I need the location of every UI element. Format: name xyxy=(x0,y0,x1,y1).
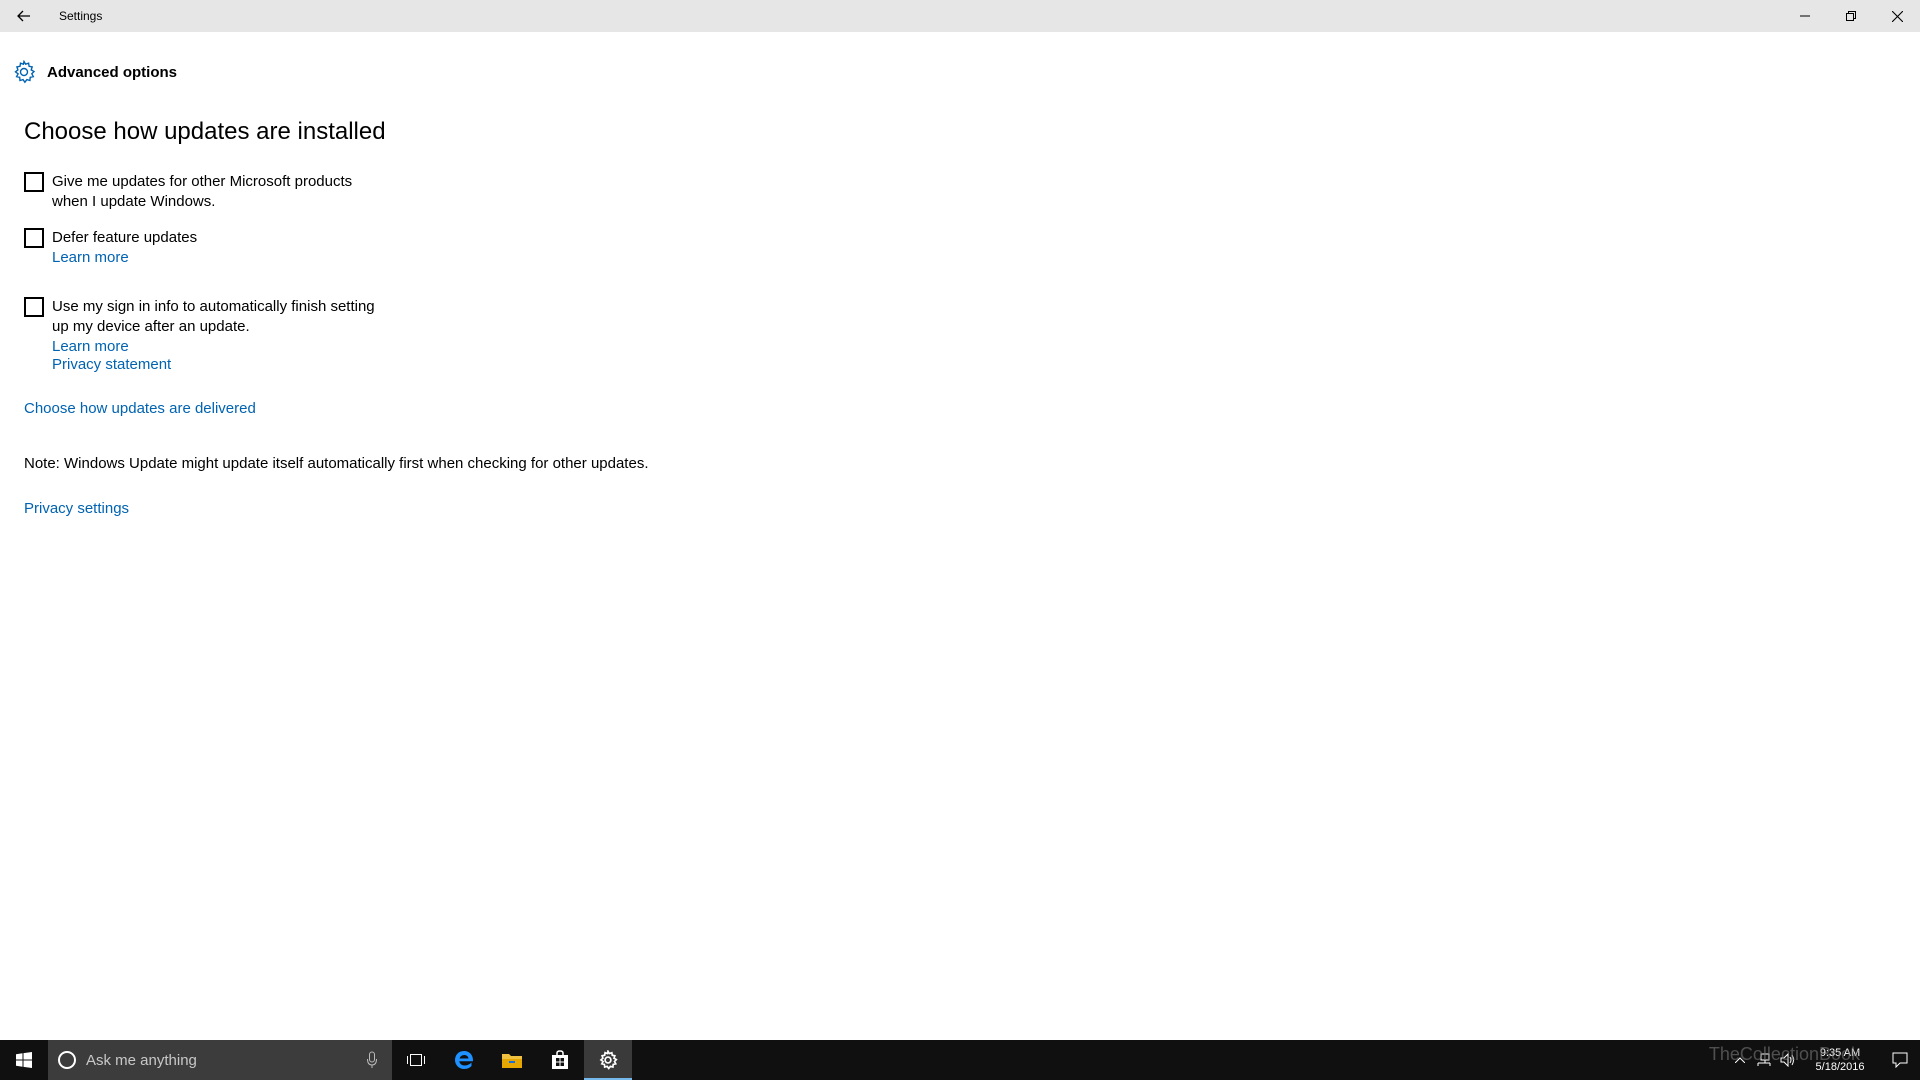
option-other-products: Give me updates for other Microsoft prod… xyxy=(24,172,386,212)
file-explorer-icon xyxy=(502,1054,522,1068)
defer-learn-more-link[interactable]: Learn more xyxy=(52,248,197,268)
file-explorer-button[interactable] xyxy=(488,1040,536,1080)
search-box[interactable]: Ask me anything xyxy=(48,1040,392,1080)
task-view-button[interactable] xyxy=(392,1040,440,1080)
main-content: Choose how updates are installed Give me… xyxy=(24,118,649,517)
restore-icon xyxy=(1846,11,1856,21)
minimize-button[interactable] xyxy=(1782,0,1828,32)
edge-button[interactable] xyxy=(440,1040,488,1080)
clock-date: 5/18/2016 xyxy=(1815,1061,1865,1073)
option-sign-in-info: Use my sign in info to automatically fin… xyxy=(24,297,386,357)
back-arrow-icon xyxy=(17,10,30,22)
sign-in-info-checkbox[interactable] xyxy=(24,297,44,317)
network-button[interactable] xyxy=(1752,1040,1776,1080)
settings-taskbar-button[interactable] xyxy=(584,1040,632,1080)
gear-icon xyxy=(14,60,36,84)
microphone-icon[interactable] xyxy=(366,1051,378,1069)
notification-icon xyxy=(1892,1052,1908,1068)
window-controls xyxy=(1782,0,1920,32)
other-products-label[interactable]: Give me updates for other Microsoft prod… xyxy=(52,172,386,212)
show-hidden-icons-button[interactable] xyxy=(1728,1040,1752,1080)
close-button[interactable] xyxy=(1874,0,1920,32)
task-view-icon xyxy=(407,1054,425,1066)
chevron-up-icon xyxy=(1735,1057,1745,1063)
sign-in-learn-more-link[interactable]: Learn more xyxy=(52,337,386,357)
update-note: Note: Windows Update might update itself… xyxy=(24,455,649,472)
back-button[interactable] xyxy=(0,0,48,32)
cortana-icon xyxy=(58,1051,76,1069)
start-button[interactable] xyxy=(0,1040,48,1080)
volume-button[interactable] xyxy=(1776,1040,1800,1080)
other-products-checkbox[interactable] xyxy=(24,172,44,192)
sign-in-info-label[interactable]: Use my sign in info to automatically fin… xyxy=(52,297,386,337)
minimize-icon xyxy=(1800,15,1810,17)
action-center-button[interactable] xyxy=(1880,1040,1920,1080)
page-title: Advanced options xyxy=(47,63,178,81)
close-icon xyxy=(1891,10,1903,22)
store-button[interactable] xyxy=(536,1040,584,1080)
settings-icon xyxy=(599,1050,618,1070)
option-defer-feature-updates: Defer feature updates Learn more xyxy=(24,228,197,268)
windows-logo-icon xyxy=(16,1052,32,1068)
restore-button[interactable] xyxy=(1828,0,1874,32)
network-icon xyxy=(1757,1053,1771,1066)
volume-icon xyxy=(1780,1053,1794,1067)
section-title: Choose how updates are installed xyxy=(24,118,386,145)
updates-delivered-link[interactable]: Choose how updates are delivered xyxy=(24,399,256,419)
title-bar: Settings xyxy=(0,0,1920,32)
defer-feature-updates-checkbox[interactable] xyxy=(24,228,44,248)
search-placeholder: Ask me anything xyxy=(86,1051,197,1069)
window-title: Settings xyxy=(59,9,103,23)
edge-icon xyxy=(455,1051,474,1069)
privacy-statement-link[interactable]: Privacy statement xyxy=(52,355,171,375)
taskbar: Ask me anything TheCollectionBook 9:35 A… xyxy=(0,1040,1920,1080)
clock[interactable]: 9:35 AM 5/18/2016 xyxy=(1800,1046,1880,1074)
store-icon xyxy=(552,1050,568,1069)
defer-feature-updates-label[interactable]: Defer feature updates xyxy=(52,228,197,248)
clock-time: 9:35 AM xyxy=(1819,1047,1861,1059)
system-tray: TheCollectionBook 9:35 AM 5/18/2016 xyxy=(1709,1040,1920,1080)
privacy-settings-link[interactable]: Privacy settings xyxy=(24,499,129,519)
page-header: Advanced options xyxy=(12,60,177,84)
